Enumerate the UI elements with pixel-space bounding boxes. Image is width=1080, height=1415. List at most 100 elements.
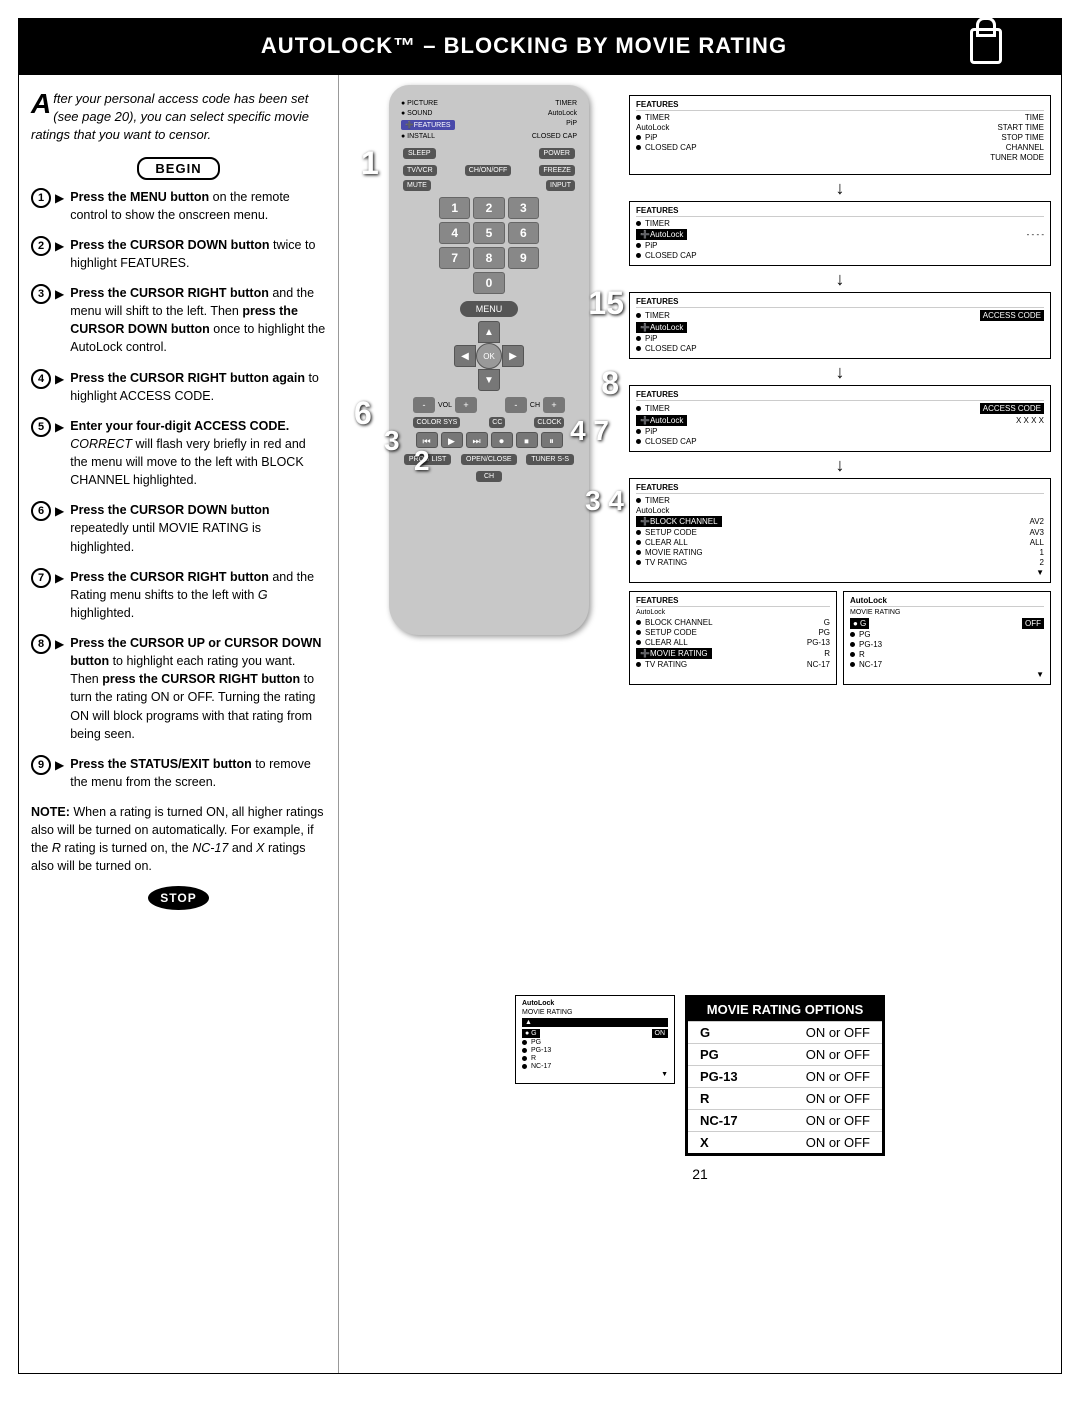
step-8-text: Press the CURSOR UP or CURSOR DOWN butto… (70, 634, 326, 743)
screen-2-title: FEATURES (636, 206, 1044, 217)
vol-ch-row: - VOL + - CH + (399, 397, 579, 413)
btn-7[interactable]: 7 (439, 247, 470, 269)
screen-1-title: FEATURES (636, 100, 1044, 111)
callout-1: 1 (361, 145, 379, 182)
bottom-section: AutoLock MOVIE RATING ▲ ● GON PG PG-13 R… (349, 995, 1051, 1156)
input-btn[interactable]: INPUT (546, 180, 575, 191)
btn-6[interactable]: 6 (508, 222, 539, 244)
screen-4: FEATURES TIMERACCESS CODE ➕AutoLockX X X… (629, 385, 1051, 452)
pause-btn[interactable]: ⏸ (541, 432, 563, 448)
cc-btn[interactable]: CC (489, 417, 505, 428)
step-9-circle: 9 (31, 755, 51, 775)
intro-body: fter your personal access code has been … (31, 91, 309, 142)
btn-5[interactable]: 5 (473, 222, 504, 244)
arrow-2-3: ↓ (629, 270, 1051, 288)
tuner-s-btn[interactable]: TUNER S-S (526, 454, 574, 465)
vol-plus-btn[interactable]: + (455, 397, 477, 413)
clock-btn[interactable]: CLOCK (534, 417, 564, 428)
arrow-3-4: ↓ (629, 363, 1051, 381)
page-title: AUTOLOCK™ – BLOCKING BY MOVIE RATING (78, 33, 970, 59)
movie-rating-table: MOVIE RATING OPTIONS G ON or OFF PG ON o… (685, 995, 885, 1156)
rec-btn[interactable]: ⏺ (491, 432, 513, 448)
step-5: 5 ▶ Enter your four-digit ACCESS CODE. C… (31, 417, 326, 490)
callout-15: 15 (588, 285, 624, 322)
arrow-up-btn[interactable]: ▲ (478, 321, 500, 343)
screen-1: FEATURES TIMERTIME AutoLockSTART TIME Pi… (629, 95, 1051, 175)
screen-5-title: FEATURES (636, 483, 1044, 494)
step-2-text: Press the CURSOR DOWN button twice to hi… (70, 236, 326, 272)
mrt-row-pg: PG ON or OFF (688, 1043, 882, 1065)
vol-minus-btn[interactable]: - (413, 397, 435, 413)
intro-text: A fter your personal access code has bee… (31, 90, 326, 145)
step-1-text: Press the MENU button on the remote cont… (70, 188, 326, 224)
step-4-circle: 4 (31, 369, 51, 389)
begin-badge: BEGIN (137, 157, 219, 180)
step-8-circle: 8 (31, 634, 51, 654)
step-5-circle: 5 (31, 417, 51, 437)
screen-2: FEATURES TIMER ➕AutoLock- - - - PiP CLOS… (629, 201, 1051, 266)
step-2: 2 ▶ Press the CURSOR DOWN button twice t… (31, 236, 326, 272)
step-2-circle: 2 (31, 236, 51, 256)
callout-8: 8 (601, 365, 619, 402)
mrt-row-nc17: NC-17 ON or OFF (688, 1109, 882, 1131)
screen-6a: FEATURES AutoLock BLOCK CHANNELG SETUP C… (629, 591, 837, 685)
arrow-4-5: ↓ (629, 456, 1051, 474)
bottom-screens: AutoLock MOVIE RATING ▲ ● GON PG PG-13 R… (515, 995, 675, 1084)
ch-minus-btn[interactable]: - (505, 397, 527, 413)
menu-btn[interactable]: MENU (460, 301, 519, 317)
callout-6: 6 (354, 395, 372, 432)
step-9: 9 ▶ Press the STATUS/EXIT but­ton to rem… (31, 755, 326, 791)
arrow-down-btn[interactable]: ▼ (478, 369, 500, 391)
step-6-text: Press the CURSOR DOWN button repeatedly … (70, 501, 326, 555)
remote-top-labels: ● PICTURE TIMER (399, 100, 579, 107)
screen-3: FEATURES TIMERACCESS CODE ➕AutoLock PiP … (629, 292, 1051, 359)
ch-down-bottom-btn[interactable]: CH (476, 471, 502, 482)
mute-btn[interactable]: MUTE (403, 180, 431, 191)
screens-6-row: FEATURES AutoLock BLOCK CHANNELG SETUP C… (629, 591, 1051, 685)
mrt-row-g: G ON or OFF (688, 1021, 882, 1043)
callout-2: 2 (414, 445, 430, 477)
mrt-header: MOVIE RATING OPTIONS (688, 998, 882, 1021)
btn-2[interactable]: 2 (473, 197, 504, 219)
callout-3-4: 3 4 (585, 485, 624, 517)
step-4: 4 ▶ Press the CURSOR RIGHT button again … (31, 369, 326, 405)
callout-3: 3 (384, 425, 400, 457)
btn-1[interactable]: 1 (439, 197, 470, 219)
step-5-text: Enter your four-digit ACCESS CODE. CORRE… (70, 417, 326, 490)
screen-5: FEATURES TIMER AutoLock ➕BLOCK CHANNELAV… (629, 478, 1051, 583)
step-1: 1 ▶ Press the MENU button on the remote … (31, 188, 326, 224)
btn-3[interactable]: 3 (508, 197, 539, 219)
btn-8[interactable]: 8 (473, 247, 504, 269)
tv-vcr-btn[interactable]: TV/VCR (403, 165, 437, 176)
sleep-btn[interactable]: SLEEP (403, 148, 436, 159)
step-3: 3 ▶ Press the CURSOR RIGHT button and th… (31, 284, 326, 357)
step-7-circle: 7 (31, 568, 51, 588)
open-close-btn[interactable]: OPEN/CLOSE (461, 454, 517, 465)
lock-icon (970, 28, 1002, 64)
arrow-center-btn[interactable]: OK (476, 343, 502, 369)
arrow-right-btn[interactable]: ▶ (502, 345, 524, 367)
on-off-btn[interactable]: CH/ON/OFF (465, 165, 512, 176)
mrt-row-r: R ON or OFF (688, 1087, 882, 1109)
btn-9[interactable]: 9 (508, 247, 539, 269)
mrt-row-x: X ON or OFF (688, 1131, 882, 1153)
step-7: 7 ▶ Press the CURSOR RIGHT button and th… (31, 568, 326, 622)
note-section: NOTE: When a rating is turned ON, all hi… (31, 803, 326, 876)
freeze-btn[interactable]: FREEZE (539, 165, 575, 176)
stop-badge: STOP (148, 886, 208, 910)
remote-control: ● PICTURE TIMER ● SOUND AutoLock ➕FEATUR… (389, 85, 589, 635)
diagram-area: 1 6 3 2 15 8 4 7 3 4 ● PICTURE TIMER ● S… (349, 85, 1051, 985)
step-3-circle: 3 (31, 284, 51, 304)
step-6-circle: 6 (31, 501, 51, 521)
color-sys-btn[interactable]: COLOR SYS (413, 417, 460, 428)
btn-0[interactable]: 0 (473, 272, 504, 294)
panels-wrap: FEATURES TIMERTIME AutoLockSTART TIME Pi… (629, 85, 1051, 985)
screen-4-title: FEATURES (636, 390, 1044, 401)
power-btn[interactable]: POWER (539, 148, 575, 159)
ch-plus-btn[interactable]: + (543, 397, 565, 413)
ff-btn[interactable]: ⏭ (466, 432, 488, 448)
play-btn[interactable]: ▶ (441, 432, 463, 448)
arrow-left-btn[interactable]: ◀ (454, 345, 476, 367)
btn-4[interactable]: 4 (439, 222, 470, 244)
stop-btn[interactable]: ⏹ (516, 432, 538, 448)
